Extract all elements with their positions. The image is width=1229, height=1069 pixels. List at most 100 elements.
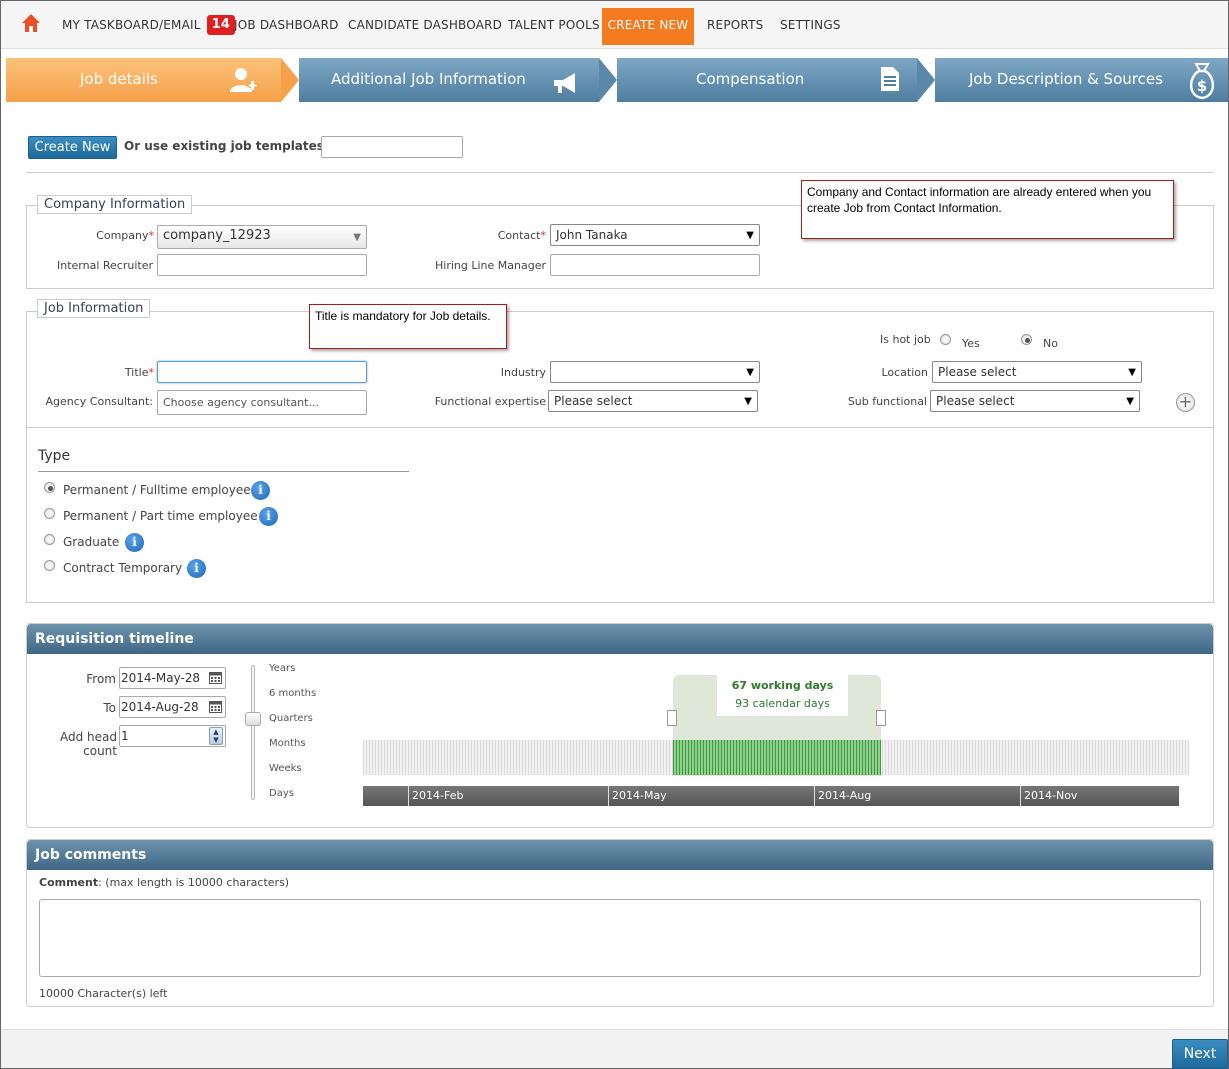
step-additional-info[interactable]: Additional Job Information: [299, 58, 599, 102]
scale-quarters[interactable]: Quarters: [269, 713, 313, 724]
calendar-days-label: 93 calendar days: [735, 697, 830, 710]
svg-text:$: $: [1197, 77, 1207, 95]
scale-6-months[interactable]: 6 months: [269, 688, 316, 699]
sub-functional-value: Please select: [936, 394, 1015, 408]
megaphone-icon: [551, 68, 579, 110]
step-label: Additional Job Information: [331, 70, 526, 88]
comment-textarea[interactable]: [39, 899, 1201, 977]
requisition-timeline-title: Requisition timeline: [27, 624, 1213, 654]
company-value: company_12923: [163, 228, 271, 243]
next-button[interactable]: Next: [1172, 1039, 1228, 1069]
nav-candidate-dashboard[interactable]: CANDIDATE DASHBOARD: [348, 8, 502, 46]
chevron-down-icon: ▼: [744, 396, 752, 407]
location-select[interactable]: Please select ▼: [932, 361, 1142, 383]
headcount-value: 1: [121, 729, 129, 743]
company-contact-note: Company and Contact information are alre…: [801, 180, 1174, 239]
step-compensation[interactable]: Compensation: [617, 58, 917, 102]
scale-weeks[interactable]: Weeks: [269, 763, 302, 774]
functional-expertise-select[interactable]: Please select ▼: [548, 390, 758, 412]
headcount-label: Add head count: [59, 730, 117, 758]
timeline-selected-days: [673, 740, 881, 775]
nav-settings[interactable]: SETTINGS: [780, 8, 841, 46]
job-information-legend: Job Information: [37, 299, 151, 318]
info-icon[interactable]: i: [251, 481, 270, 500]
working-days-label: 67 working days: [731, 679, 834, 692]
nav-talent-pools[interactable]: TALENT POOLS: [508, 8, 600, 46]
stepper-icon[interactable]: ▲ ▼: [209, 727, 223, 745]
nav-create-new[interactable]: CREATE NEW: [602, 8, 694, 45]
sub-functional-select[interactable]: Please select ▼: [930, 390, 1140, 412]
type-contract-radio[interactable]: [44, 560, 55, 571]
agency-consultant-input[interactable]: Choose agency consultant...: [157, 390, 367, 415]
axis-label-feb: 2014-Feb: [412, 789, 464, 802]
wizard-steps: Job details Additional Job Information C…: [6, 58, 1228, 102]
info-icon[interactable]: i: [125, 533, 144, 552]
axis-label-aug: 2014-Aug: [818, 789, 872, 802]
industry-select[interactable]: ▼: [550, 361, 760, 383]
internal-recruiter-label: Internal Recruiter: [56, 259, 153, 272]
hot-job-yes-radio[interactable]: [940, 334, 951, 345]
axis-label-nov: 2014-Nov: [1024, 789, 1078, 802]
hot-job-no-radio[interactable]: [1021, 334, 1032, 345]
scale-months[interactable]: Months: [269, 738, 306, 749]
divider: [26, 172, 1213, 173]
internal-recruiter-input[interactable]: [157, 254, 367, 276]
type-graduate-radio[interactable]: [44, 534, 55, 545]
money-bag-icon: $: [1185, 60, 1219, 116]
scale-days[interactable]: Days: [269, 788, 294, 799]
hiring-manager-label: Hiring Line Manager: [435, 259, 546, 272]
company-information-legend: Company Information: [37, 195, 193, 214]
to-label: To: [103, 701, 116, 715]
job-comments-title: Job comments: [27, 840, 1213, 870]
chars-left-label: 10000 Character(s) left: [39, 987, 168, 1000]
type-contract-label: Contract Temporary: [63, 561, 183, 575]
chevron-down-icon: ▼: [746, 367, 754, 378]
chevron-down-icon: ▼: [1126, 396, 1134, 407]
nav-taskboard-email[interactable]: MY TASKBOARD/EMAIL 14: [62, 8, 236, 46]
zoom-slider-track[interactable]: [251, 665, 255, 800]
company-select[interactable]: company_12923 ▼: [157, 225, 367, 249]
type-fulltime-radio[interactable]: [44, 482, 55, 493]
zoom-slider-handle[interactable]: [245, 712, 261, 726]
create-new-button[interactable]: Create New: [28, 136, 117, 159]
type-parttime-radio[interactable]: [44, 508, 55, 519]
step-arrow: [281, 58, 299, 102]
add-user-icon: [228, 65, 258, 111]
step-arrow: [917, 58, 935, 102]
step-job-description[interactable]: Job Description & Sources $: [935, 58, 1228, 102]
info-icon[interactable]: i: [187, 559, 206, 578]
axis-tick: [1020, 786, 1021, 806]
axis-label-may: 2014-May: [612, 789, 667, 802]
hiring-manager-input[interactable]: [550, 254, 760, 276]
info-icon[interactable]: i: [259, 507, 278, 526]
divider: [38, 471, 409, 472]
contact-select[interactable]: John Tanaka ▼: [550, 224, 760, 246]
scale-years[interactable]: Years: [269, 663, 295, 674]
chevron-down-icon: ▼: [353, 232, 361, 243]
email-count-badge: 14: [206, 14, 236, 35]
home-icon[interactable]: [21, 13, 41, 33]
type-fulltime-label: Permanent / Fulltime employee: [63, 483, 251, 497]
title-input[interactable]: [157, 361, 367, 383]
top-navigation: MY TASKBOARD/EMAIL 14 JOB DASHBOARD CANDI…: [1, 1, 1228, 49]
step-label: Job Description & Sources: [969, 70, 1163, 88]
location-label: Location: [881, 366, 928, 379]
type-graduate-label: Graduate: [63, 535, 120, 549]
headcount-input[interactable]: 1 ▲ ▼: [119, 725, 226, 747]
step-label: Compensation: [696, 70, 805, 88]
hot-job-label: Is hot job: [880, 333, 931, 346]
calendar-icon[interactable]: [209, 671, 222, 688]
template-input[interactable]: [321, 136, 463, 158]
to-date-input[interactable]: 2014-Aug-28: [119, 696, 226, 718]
step-job-details[interactable]: Job details: [6, 58, 281, 102]
nav-job-dashboard[interactable]: JOB DASHBOARD: [234, 8, 339, 46]
chevron-down-icon: ▼: [1128, 367, 1136, 378]
from-date-input[interactable]: 2014-May-28: [119, 667, 226, 689]
calendar-icon[interactable]: [209, 700, 222, 717]
nav-reports[interactable]: REPORTS: [707, 8, 763, 46]
axis-tick: [814, 786, 815, 806]
timeline-start-handle[interactable]: [667, 710, 677, 726]
add-icon[interactable]: +: [1176, 393, 1195, 412]
step-label: Job details: [80, 70, 158, 88]
timeline-end-handle[interactable]: [876, 710, 886, 726]
